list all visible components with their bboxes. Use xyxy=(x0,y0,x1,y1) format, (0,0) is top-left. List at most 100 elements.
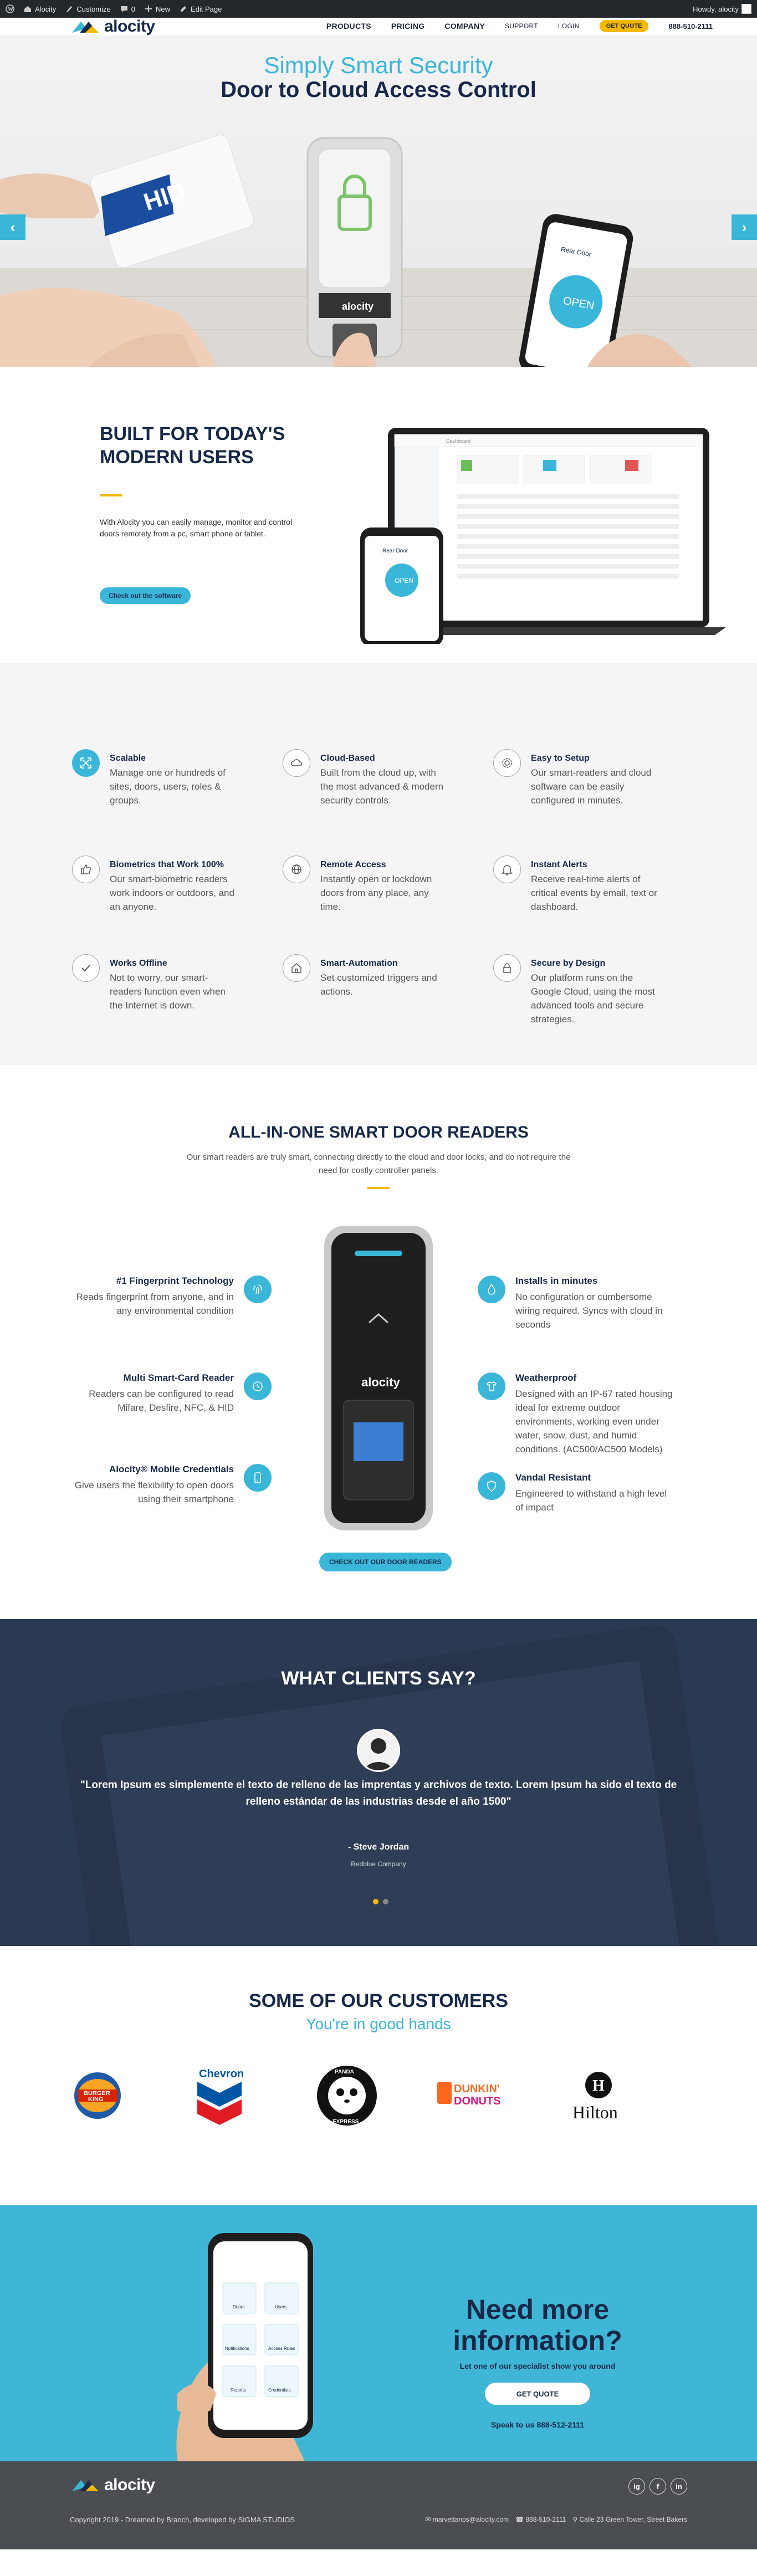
site-logo[interactable]: alocity xyxy=(70,18,155,35)
admin-comments[interactable]: 0 xyxy=(120,4,135,13)
footer-email[interactable]: ✉ marvettanos@alocity.com xyxy=(425,2516,509,2523)
testimonials-section: WHAT CLIENTS SAY? "Lorem Ipsum es simple… xyxy=(0,1619,757,1946)
feature-title: Smart-Automation xyxy=(320,959,398,968)
feature-title: Works Offline xyxy=(110,959,167,968)
social-links: ig f in xyxy=(628,2478,687,2495)
feature-title: Instant Alerts xyxy=(531,860,587,869)
site-footer: alocity Copyright 2019 - Dreamed by Bran… xyxy=(0,2461,757,2549)
hero-prev-button[interactable]: ‹ xyxy=(0,214,25,240)
admin-howdy: Howdy, alocity xyxy=(693,4,739,13)
door-reader-image: alocity xyxy=(324,1226,433,1530)
reader-feature-weatherproof: Weatherproof Designed with an IP-67 rated… xyxy=(478,1372,677,1456)
bell-icon xyxy=(493,856,521,883)
facebook-icon[interactable]: f xyxy=(649,2478,666,2495)
chevron-right-icon: › xyxy=(741,218,747,235)
footer-phone-text: 888-510-2111 xyxy=(525,2516,566,2523)
divider xyxy=(367,1187,390,1189)
built-title: BUILT FOR TODAY'S MODERN USERS xyxy=(100,423,285,468)
nav-support[interactable]: SUPPORT xyxy=(505,22,538,30)
admin-edit-label: Edit Page xyxy=(190,4,222,13)
divider xyxy=(100,494,122,496)
readers-subtitle: Our smart readers are truly smart, conne… xyxy=(186,1153,571,1175)
instagram-icon[interactable]: ig xyxy=(628,2478,645,2495)
footer-address: ⚲ Calle 23 Green Tower, Street Bakers xyxy=(572,2516,687,2523)
get-quote-button[interactable]: GET QUOTE xyxy=(599,20,649,32)
nav-pricing[interactable]: PRICING xyxy=(391,22,424,30)
feature-title: Secure by Design xyxy=(531,959,606,968)
admin-site-name: Alocity xyxy=(35,4,57,13)
globe-icon xyxy=(283,856,310,883)
svg-text:H: H xyxy=(592,2077,605,2094)
admin-new-label: New xyxy=(155,4,170,13)
wordpress-menu[interactable]: W xyxy=(6,4,14,13)
devices-mockup: Dashboard Rear Door OPEN xyxy=(360,428,726,644)
testimonials-title: WHAT CLIENTS SAY? xyxy=(281,1668,476,1689)
location-icon: ⚲ xyxy=(572,2516,580,2523)
feature-remote: Remote Access Instantly open or lockdown … xyxy=(283,856,449,914)
feature-desc: Manage one or hundreds of sites, doors, … xyxy=(110,767,226,806)
site-header: alocity PRODUCTS PRICING COMPANY SUPPORT… xyxy=(0,18,757,35)
reader-feature-vandal: Vandal Resistant Engineered to withstand … xyxy=(478,1472,677,1514)
readers-title: ALL-IN-ONE SMART DOOR READERS xyxy=(228,1123,529,1141)
need-info-title: Need more information? xyxy=(453,2294,622,2356)
gear-icon xyxy=(493,749,521,777)
reader-feature-desc: Give users the flexibility to open doors… xyxy=(74,1480,234,1504)
reader-feature-title: Multi Smart-Card Reader xyxy=(123,1372,234,1383)
wordpress-icon: W xyxy=(6,4,14,13)
hilton-logo: H Hilton xyxy=(554,2062,643,2129)
feature-desc: Instantly open or lockdown doors from an… xyxy=(320,874,432,912)
check-software-button[interactable]: Check out the software xyxy=(100,587,191,604)
feature-title: Easy to Setup xyxy=(531,754,590,763)
feature-secure: Secure by Design Our platform runs on the… xyxy=(493,954,659,1026)
reader-feature-fingerprint: #1 Fingerprint Technology Reads fingerpri… xyxy=(72,1276,272,1318)
admin-site-link[interactable]: Alocity xyxy=(23,4,56,13)
need-info-phone[interactable]: Speak to us 888-512-2111 xyxy=(421,2420,654,2429)
nav-company[interactable]: COMPANY xyxy=(444,22,485,30)
phone-icon: ☎ xyxy=(515,2516,526,2523)
header-phone[interactable]: 888-510-2111 xyxy=(668,22,713,30)
laptop-header: Dashboard xyxy=(446,438,470,444)
carousel-dots xyxy=(373,1899,388,1904)
admin-edit-page[interactable]: Edit Page xyxy=(179,4,222,13)
footer-logo[interactable]: alocity xyxy=(70,2477,155,2493)
lock-icon xyxy=(493,954,521,982)
admin-customize[interactable]: Customize xyxy=(65,4,111,13)
hero-next-button[interactable]: › xyxy=(732,214,757,240)
readers-section: ALL-IN-ONE SMART DOOR READERS Our smart … xyxy=(0,1065,757,1619)
carousel-dot[interactable] xyxy=(373,1899,378,1904)
feature-desc: Our smart-readers and cloud software can… xyxy=(531,767,652,806)
testimonial-company: Redbluе Company xyxy=(351,1860,406,1868)
built-text: With Alocity you can easily manage, moni… xyxy=(100,518,293,538)
reader-feature-desc: Engineered to withstand a high level of … xyxy=(515,1488,667,1513)
nav-login[interactable]: LOGIN xyxy=(558,22,580,30)
card-reader-icon xyxy=(244,1372,272,1400)
nav-products[interactable]: PRODUCTS xyxy=(326,22,371,30)
reader-feature-title: Alocity® Mobile Credentials xyxy=(109,1464,234,1474)
admin-account[interactable]: Howdy, alocity xyxy=(693,4,751,14)
linkedin-icon[interactable]: in xyxy=(671,2478,687,2495)
brush-icon xyxy=(67,6,73,12)
expand-icon xyxy=(72,749,100,777)
person-icon xyxy=(359,1730,398,1770)
check-door-readers-button[interactable]: CHECK OUT OUR DOOR READERS xyxy=(319,1553,452,1571)
alocity-logo-icon xyxy=(72,22,99,33)
feature-biometrics: Biometrics that Work 100% Our smart-biome… xyxy=(72,856,238,914)
features-section: Scalable Manage one or hundreds of sites,… xyxy=(0,663,757,1065)
avatar xyxy=(741,4,751,14)
admin-new[interactable]: New xyxy=(144,4,170,13)
phone-tile-users: Users xyxy=(275,2304,287,2309)
check-icon xyxy=(72,954,100,982)
device-phone-header: Rear Door xyxy=(382,548,408,554)
feature-title: Cloud-Based xyxy=(320,754,375,763)
comment-icon xyxy=(120,6,127,12)
reader-feature-smartcard: Multi Smart-Card Reader Readers can be co… xyxy=(72,1372,272,1415)
home-icon xyxy=(24,6,31,12)
feature-title: Remote Access xyxy=(320,860,386,869)
water-drop-icon xyxy=(478,1276,505,1303)
phone-tile-notifications: Notifications xyxy=(225,2346,249,2351)
footer-phone[interactable]: ☎ 888-510-2111 xyxy=(515,2516,566,2523)
reader-feature-desc: Readers can be configured to read Mifare… xyxy=(89,1389,234,1413)
panda-word-1: PANDA xyxy=(335,2069,354,2075)
need-info-quote-button[interactable]: GET QUOTE xyxy=(485,2383,590,2405)
carousel-dot[interactable] xyxy=(383,1899,388,1904)
